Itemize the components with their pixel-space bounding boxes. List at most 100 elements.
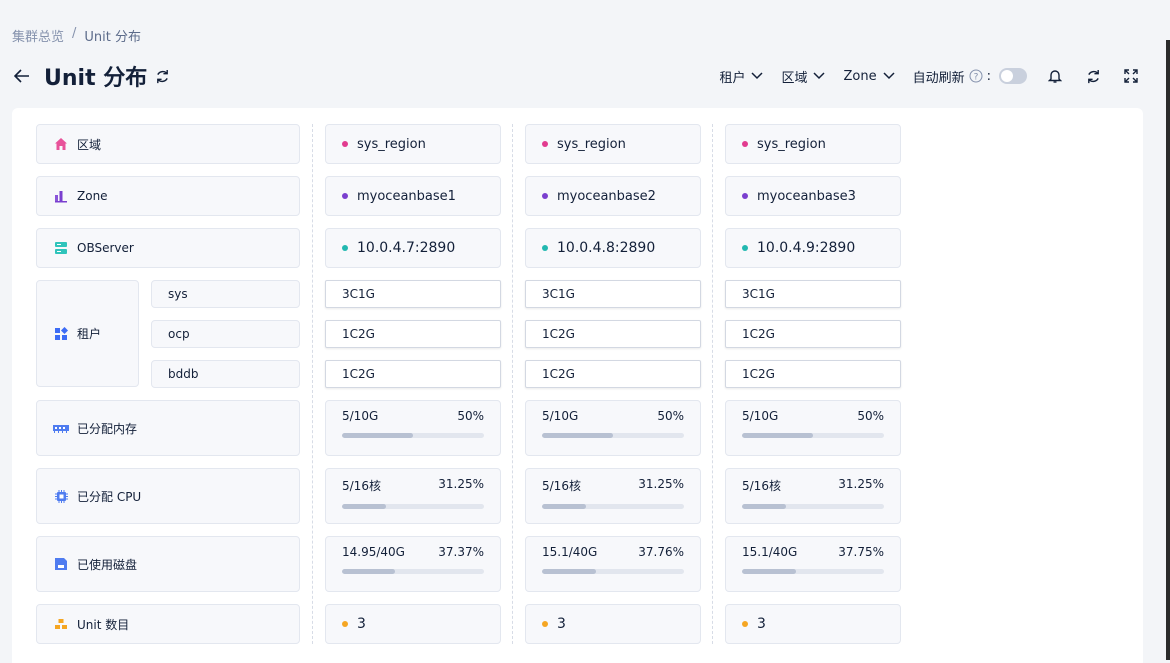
tenant-unit-spec: 1C2G xyxy=(742,367,775,381)
cpu-progress-fill xyxy=(742,504,787,509)
help-icon[interactable]: ? xyxy=(969,69,983,83)
unit-count-cell: 3 xyxy=(525,604,701,644)
zone-dot xyxy=(542,193,548,199)
cpu-progress-fill xyxy=(542,504,587,509)
region-row-label: 区域 xyxy=(36,124,300,164)
zone-value: myoceanbase1 xyxy=(357,188,456,204)
unit-count-value: 3 xyxy=(557,616,566,632)
cpu-percent: 31.25% xyxy=(838,477,884,491)
zone-dot xyxy=(342,193,348,199)
memory-label: 已分配内存 xyxy=(77,421,138,436)
svg-text:?: ? xyxy=(973,73,978,83)
tenant-unit-spec: 3C1G xyxy=(342,287,375,301)
tenant-unit-cell[interactable]: 3C1G xyxy=(525,280,701,308)
memory-percent: 50% xyxy=(657,409,684,423)
refresh-icon[interactable] xyxy=(1083,66,1103,86)
region-cell: sys_region xyxy=(525,124,701,164)
zone-dot xyxy=(742,193,748,199)
cpu-row-label: 已分配 CPU xyxy=(36,468,300,524)
bell-icon[interactable] xyxy=(1045,66,1065,86)
tenant-unit-cell[interactable]: 1C2G xyxy=(725,320,901,348)
disk-progress-fill xyxy=(542,569,596,574)
back-arrow-icon[interactable] xyxy=(12,66,32,86)
disk-label: 已使用磁盘 xyxy=(77,557,138,572)
tenant-filter-dropdown[interactable]: 租户 xyxy=(719,67,763,86)
memory-progress-fill xyxy=(542,433,613,438)
tenant-unit-cell[interactable]: 1C2G xyxy=(325,320,501,348)
region-value: sys_region xyxy=(557,136,626,152)
page-header: Unit 分布 租户 区域 Zone 自动刷新 ? : xyxy=(12,58,1157,94)
server-icon xyxy=(53,240,69,256)
zone-label: Zone xyxy=(77,189,108,203)
tenant-unit-cell[interactable]: 3C1G xyxy=(325,280,501,308)
tenant-filter-label: 租户 xyxy=(719,70,746,86)
tenant-unit-cell[interactable]: 1C2G xyxy=(725,360,901,388)
tenant-name: ocp xyxy=(168,327,190,341)
memory-progress-bar xyxy=(742,433,884,438)
memory-progress-bar xyxy=(542,433,684,438)
region-value: sys_region xyxy=(357,136,426,152)
cpu-used: 5/16核 xyxy=(542,479,581,493)
observer-value: 10.0.4.7:2890 xyxy=(357,240,456,256)
cpu-label: 已分配 CPU xyxy=(77,489,142,504)
memory-used: 5/10G xyxy=(742,409,779,423)
observer-value: 10.0.4.8:2890 xyxy=(557,240,656,256)
observer-value: 10.0.4.9:2890 xyxy=(757,240,856,256)
tenant-unit-spec: 1C2G xyxy=(742,327,775,341)
unit-count-cell: 3 xyxy=(325,604,501,644)
cpu-used: 5/16核 xyxy=(342,479,381,493)
breadcrumb-separator: / xyxy=(72,26,77,41)
memory-progress-fill xyxy=(742,433,813,438)
disk-progress-bar xyxy=(742,569,884,574)
tenant-unit-cell[interactable]: 1C2G xyxy=(325,360,501,388)
cpu-cell: 5/16核 31.25% xyxy=(725,468,901,524)
unit-count-value: 3 xyxy=(357,616,366,632)
disk-row-label: 已使用磁盘 xyxy=(36,536,300,592)
cpu-progress-bar xyxy=(342,504,484,509)
column-divider xyxy=(712,124,713,644)
tenant-unit-spec: 1C2G xyxy=(342,367,375,381)
disk-progress-fill xyxy=(342,569,396,574)
cpu-percent: 31.25% xyxy=(438,477,484,491)
zone-cell: myoceanbase3 xyxy=(725,176,901,216)
tenant-name: bddb xyxy=(168,367,199,381)
tenant-row-label: 租户 xyxy=(36,280,139,387)
breadcrumb-root-link[interactable]: 集群总览 xyxy=(12,26,64,45)
tenant-unit-cell[interactable]: 1C2G xyxy=(525,320,701,348)
region-filter-label: 区域 xyxy=(781,70,808,86)
cpu-progress-fill xyxy=(342,504,387,509)
unit-dot xyxy=(742,621,748,627)
zone-icon xyxy=(53,188,69,204)
memory-cell: 5/10G 50% xyxy=(525,400,701,456)
unit-count-label: Unit 数目 xyxy=(77,617,130,632)
auto-refresh-colon: : xyxy=(986,68,991,84)
unit-dot xyxy=(342,621,348,627)
unit-icon xyxy=(53,616,69,632)
refresh-icon[interactable] xyxy=(155,69,170,84)
disk-used: 14.95/40G xyxy=(342,545,405,559)
disk-percent: 37.75% xyxy=(838,545,884,559)
region-cell: sys_region xyxy=(325,124,501,164)
memory-icon xyxy=(53,420,69,436)
zone-value: myoceanbase3 xyxy=(757,188,856,204)
memory-used: 5/10G xyxy=(542,409,579,423)
tenant-unit-spec: 1C2G xyxy=(542,367,575,381)
region-dot xyxy=(342,141,348,147)
apps-icon xyxy=(53,326,69,342)
region-cell: sys_region xyxy=(725,124,901,164)
page-title: Unit 分布 xyxy=(44,66,148,91)
tenant-unit-cell[interactable]: 3C1G xyxy=(725,280,901,308)
tenant-unit-spec: 3C1G xyxy=(742,287,775,301)
unit-count-value: 3 xyxy=(757,616,766,632)
chevron-down-icon xyxy=(751,72,763,80)
breadcrumb-current: Unit 分布 xyxy=(84,30,142,45)
auto-refresh-toggle[interactable] xyxy=(999,68,1027,84)
region-dot xyxy=(742,141,748,147)
auto-refresh-label: 自动刷新 xyxy=(912,70,965,86)
zone-filter-dropdown[interactable]: Zone xyxy=(843,69,895,84)
fullscreen-icon[interactable] xyxy=(1121,66,1141,86)
tenant-unit-cell[interactable]: 1C2G xyxy=(525,360,701,388)
region-filter-dropdown[interactable]: 区域 xyxy=(781,67,826,86)
window-edge-scrollbar[interactable] xyxy=(1166,40,1170,660)
tenant-unit-spec: 3C1G xyxy=(542,287,575,301)
